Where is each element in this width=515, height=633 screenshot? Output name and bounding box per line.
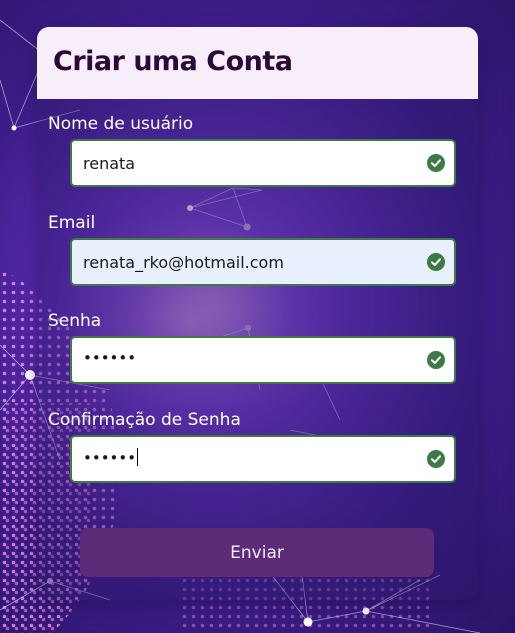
username-value: renata [83,154,136,173]
signup-form-card: Criar uma Conta Nome de usuário renata E… [37,27,478,600]
text-cursor [137,448,139,466]
confirm-password-input[interactable]: •••••• [70,435,456,483]
check-circle-icon [427,154,445,172]
username-label: Nome de usuário [48,114,194,134]
password-value: •••••• [83,349,137,367]
email-label: Email [48,213,96,233]
confirm-password-value: •••••• [83,449,137,467]
email-value: renata_rko@hotmail.com [83,253,284,272]
check-circle-icon [427,450,445,468]
password-label: Senha [48,311,102,331]
form-header: Criar uma Conta [37,27,478,99]
check-circle-icon [427,253,445,271]
email-input[interactable]: renata_rko@hotmail.com [70,238,456,286]
form-title: Criar uma Conta [53,46,293,77]
username-input[interactable]: renata [70,139,456,187]
password-input[interactable]: •••••• [70,336,456,384]
submit-button[interactable]: Enviar [80,528,434,577]
check-circle-icon [427,351,445,369]
confirm-password-label: Confirmação de Senha [48,410,241,430]
